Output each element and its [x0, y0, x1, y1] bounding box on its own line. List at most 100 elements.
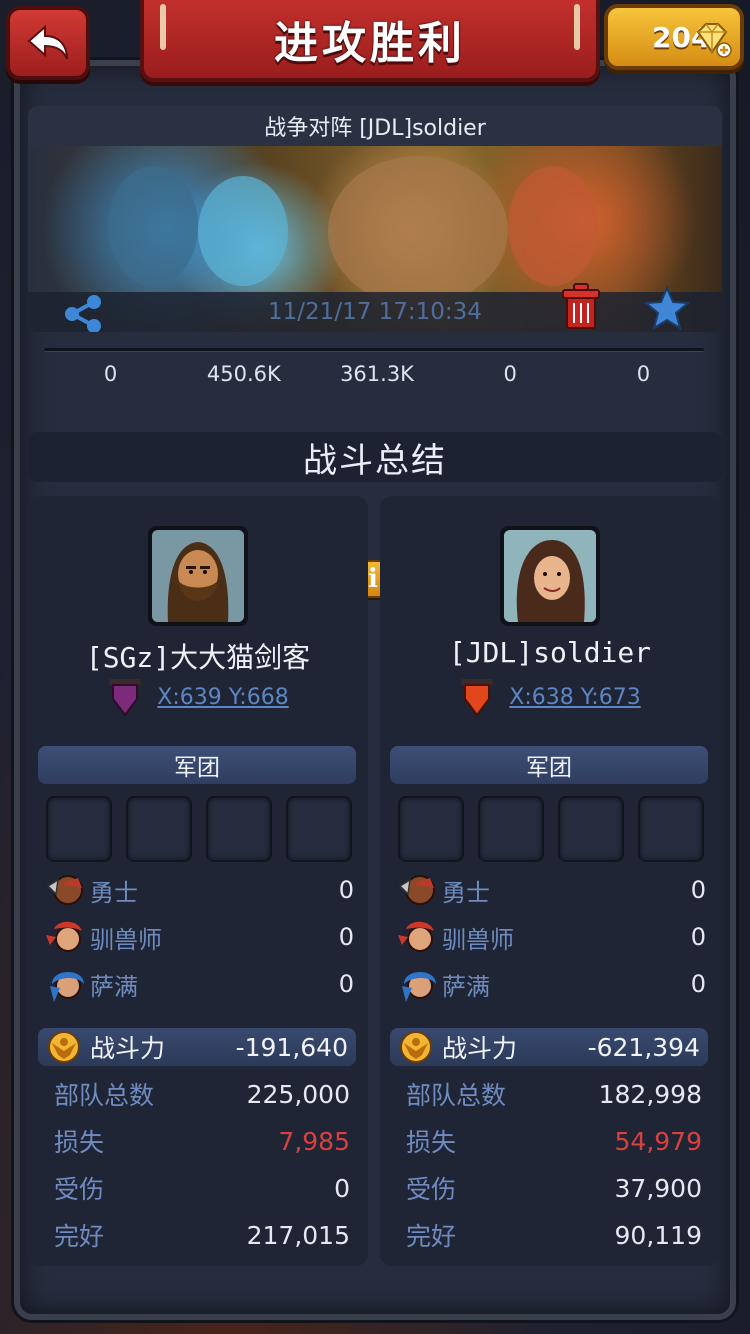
- summary-label: 损失: [54, 1128, 105, 1157]
- troop-count: 0: [338, 970, 354, 998]
- troop-row-shaman: 萨满 0: [44, 964, 354, 1004]
- battle-stat: 0: [103, 362, 118, 386]
- warrior-icon: [398, 875, 435, 905]
- gem-counter[interactable]: 204: [604, 4, 744, 70]
- attacker-location: X:639 Y:668: [28, 676, 368, 718]
- eagle-emblem-icon: [48, 1031, 80, 1063]
- hero-slots: [398, 796, 704, 862]
- battle-stat: 0: [503, 362, 517, 386]
- avatar-image: [504, 530, 596, 622]
- back-button[interactable]: [6, 6, 90, 80]
- power-label: 战斗力: [90, 1034, 166, 1063]
- combat-power-bar: 战斗力 -621,394: [390, 1028, 708, 1066]
- summary-losses: 损失 7,985: [54, 1121, 350, 1161]
- troop-name: 勇士: [442, 878, 490, 907]
- troop-row-warrior: 勇士 0: [44, 870, 354, 910]
- troop-name: 驯兽师: [442, 925, 514, 954]
- alliance-flag-icon: [461, 679, 494, 717]
- hero-slot[interactable]: [126, 796, 192, 862]
- battle-stat: 361.3K: [340, 362, 414, 386]
- beast-tamer-icon: [398, 921, 434, 952]
- battle-timestamp: 11/21/17 17:10:34: [268, 299, 482, 325]
- troop-count: 0: [690, 970, 706, 998]
- shaman-icon: [50, 972, 84, 1002]
- troop-name: 萨满: [90, 972, 138, 1001]
- defender-avatar[interactable]: [500, 526, 600, 626]
- power-label: 战斗力: [442, 1034, 518, 1063]
- summary-label: 损失: [406, 1128, 457, 1157]
- summary-value: 182,998: [598, 1079, 702, 1109]
- troop-name: 萨满: [442, 972, 490, 1001]
- troop-row-shaman: 萨满 0: [396, 964, 706, 1004]
- summary-value: 90,119: [614, 1220, 702, 1250]
- battle-header: 战争对阵 [JDL]soldier 11/21/17 17:10:34: [28, 106, 722, 332]
- favorite-star-icon[interactable]: [644, 286, 690, 330]
- hero-slots: [46, 796, 352, 862]
- summary-wounded: 受伤 37,900: [406, 1168, 702, 1208]
- summary-value: 54,979: [614, 1126, 702, 1156]
- eagle-emblem-icon: [400, 1031, 432, 1063]
- troop-name: 勇士: [90, 878, 138, 907]
- page-title: 进攻胜利: [274, 18, 466, 69]
- hero-slot[interactable]: [478, 796, 544, 862]
- attacker-name: [SGz]大大猫剑客: [85, 641, 311, 674]
- defender-coords-link[interactable]: X:638 Y:673: [509, 685, 640, 710]
- battle-title: 战争对阵 [JDL]soldier: [28, 106, 722, 146]
- summary-value: 225,000: [246, 1079, 350, 1109]
- troop-count: 0: [338, 923, 354, 951]
- summary-value: 217,015: [246, 1220, 350, 1250]
- battle-stat: 0: [636, 362, 651, 386]
- summary-losses: 损失 54,979: [406, 1121, 702, 1161]
- hero-slot[interactable]: [286, 796, 352, 862]
- summary-total: 部队总数 182,998: [406, 1074, 702, 1114]
- attacker-panel: [SGz]大大猫剑客 X:639 Y:668 军团 勇士 0 驯兽师 0 萨满 …: [28, 496, 368, 1266]
- summary-label: 受伤: [406, 1175, 457, 1204]
- battle-actions-bar: 11/21/17 17:10:34: [28, 283, 722, 332]
- troop-count: 0: [338, 876, 354, 904]
- summary-wounded: 受伤 0: [54, 1168, 350, 1208]
- delete-icon[interactable]: [560, 282, 602, 330]
- summary-intact: 完好 217,015: [54, 1215, 350, 1255]
- combat-power-bar: 战斗力 -191,640: [38, 1028, 356, 1066]
- bearded-warrior-portrait: [152, 530, 244, 622]
- troop-count: 0: [690, 876, 706, 904]
- troop-row-beast-tamer: 驯兽师 0: [396, 917, 706, 957]
- hero-slot[interactable]: [46, 796, 112, 862]
- back-arrow-icon: [27, 24, 68, 60]
- power-value: -621,394: [587, 1032, 700, 1062]
- summary-label: 完好: [54, 1222, 105, 1251]
- summary-label: 完好: [406, 1222, 457, 1251]
- female-hero-portrait: [504, 530, 596, 622]
- defender-location: X:638 Y:673: [380, 676, 720, 718]
- legion-header: 军团: [390, 746, 708, 784]
- avatar-image: [152, 530, 244, 622]
- section-title: 战斗总结: [28, 432, 722, 482]
- battle-stats-row: 0 450.6K 361.3K 0 0: [44, 362, 710, 392]
- summary-label: 部队总数: [54, 1081, 155, 1110]
- troop-name: 驯兽师: [90, 925, 162, 954]
- attacker-avatar[interactable]: [148, 526, 248, 626]
- alliance-flag-icon: [109, 679, 142, 717]
- hero-slot[interactable]: [398, 796, 464, 862]
- title-banner: 进攻胜利: [140, 0, 600, 82]
- warrior-icon: [46, 875, 83, 905]
- troop-row-beast-tamer: 驯兽师 0: [44, 917, 354, 957]
- shaman-icon: [402, 972, 436, 1002]
- troop-count: 0: [690, 923, 706, 951]
- hero-slot[interactable]: [638, 796, 704, 862]
- troop-row-warrior: 勇士 0: [396, 870, 706, 910]
- summary-value: 7,985: [278, 1126, 350, 1156]
- summary-label: 受伤: [54, 1175, 105, 1204]
- summary-total: 部队总数 225,000: [54, 1074, 350, 1114]
- defender-panel: [JDL]soldier X:638 Y:673 军团 勇士 0 驯兽师 0 萨…: [380, 496, 720, 1266]
- beast-tamer-icon: [46, 921, 82, 952]
- hero-slot[interactable]: [558, 796, 624, 862]
- battle-illustration: 11/21/17 17:10:34: [28, 146, 722, 332]
- battle-stat: 450.6K: [206, 362, 281, 386]
- summary-value: 0: [334, 1173, 350, 1203]
- attacker-coords-link[interactable]: X:639 Y:668: [157, 685, 288, 710]
- hero-slot[interactable]: [206, 796, 272, 862]
- summary-intact: 完好 90,119: [406, 1215, 702, 1255]
- summary-label: 部队总数: [406, 1081, 507, 1110]
- power-value: -191,640: [235, 1032, 348, 1062]
